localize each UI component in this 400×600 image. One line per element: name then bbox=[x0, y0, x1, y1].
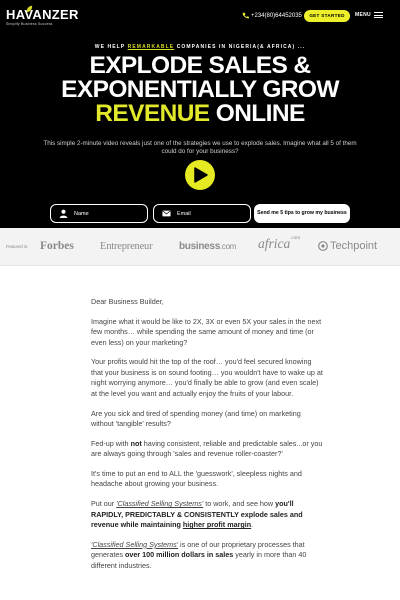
top-navigation: HAVANZER Simplify Business Success +234(… bbox=[0, 0, 400, 34]
play-icon bbox=[194, 167, 208, 183]
letter-paragraph-7: 'Classified Selling Systems' is one of o… bbox=[91, 540, 323, 572]
p7-bold: over 100 million dollars in sales bbox=[124, 550, 234, 560]
letter-greeting: Dear Business Builder, bbox=[91, 297, 164, 306]
tagline-pre: WE HELP bbox=[94, 44, 128, 50]
email-input[interactable] bbox=[177, 210, 247, 217]
user-icon bbox=[59, 209, 68, 218]
headline-line-2: EXPONENTIALLY GROW bbox=[61, 76, 339, 103]
hero-headline: EXPLODE SALES & EXPONENTIALLY GROW REVEN… bbox=[0, 52, 400, 127]
p6-mid: to work, and see how bbox=[203, 499, 276, 509]
techpoint-logo-text: Techpoint bbox=[330, 240, 378, 252]
tagline-highlight: REMARKABLE bbox=[127, 44, 175, 50]
phone-icon bbox=[242, 12, 249, 19]
menu-label: MENU bbox=[355, 12, 371, 18]
menu-icon bbox=[373, 12, 383, 18]
play-video-button[interactable] bbox=[185, 160, 215, 190]
letter-paragraph-1: Imagine what it would be like to 2X, 3X … bbox=[91, 316, 322, 347]
hero-tagline: WE HELP REMARKABLE COMPANIES IN NIGERIA(… bbox=[0, 44, 400, 50]
africa-com-logo-name: africa bbox=[258, 236, 291, 251]
mail-icon bbox=[162, 210, 171, 217]
business-com-logo-name: business bbox=[179, 241, 220, 252]
email-field[interactable] bbox=[153, 204, 251, 223]
lead-form: Send me 5 tips to grow my business bbox=[0, 204, 400, 224]
press-label: Featured in: bbox=[6, 244, 29, 249]
business-com-logo: business.com bbox=[179, 241, 236, 252]
press-strip: Featured in: Forbes Entrepreneur busines… bbox=[0, 228, 400, 266]
business-com-logo-suffix: .com bbox=[219, 242, 237, 251]
letter-paragraph-6: Put our 'Classified Selling Systems' to … bbox=[91, 499, 323, 531]
p6-end: . bbox=[251, 520, 254, 530]
p6-pre: Put our bbox=[91, 499, 117, 509]
p7-em: 'Classified Selling Systems' bbox=[91, 539, 179, 549]
leaf-icon bbox=[26, 5, 33, 13]
letter-paragraph-5: It's time to put an end to ALL the 'gues… bbox=[91, 468, 302, 489]
sales-letter: Dear Business Builder, Imagine what it w… bbox=[91, 297, 323, 581]
p6-em: 'Classified Selling Systems' bbox=[116, 499, 204, 509]
forbes-logo: Forbes bbox=[40, 240, 74, 252]
letter-paragraph-4: Fed-up with not having consistent, relia… bbox=[91, 439, 323, 460]
letter-paragraph-2: Your profits would hit the top of the ro… bbox=[91, 357, 323, 398]
name-input[interactable] bbox=[74, 210, 144, 217]
hero-section: HAVANZER Simplify Business Success +234(… bbox=[0, 0, 400, 228]
p4-pre: Fed-up with bbox=[91, 438, 131, 448]
logo-tagline: Simplify Business Success bbox=[6, 22, 53, 26]
get-started-button[interactable]: GET STARTED bbox=[304, 10, 350, 22]
headline-line-3: REVENUE ONLINE bbox=[0, 100, 400, 127]
phone-link[interactable]: +234(80)64452035 bbox=[242, 12, 302, 19]
logo[interactable]: HAVANZER Simplify Business Success bbox=[6, 5, 79, 30]
headline-highlight: REVENUE bbox=[95, 100, 210, 127]
p4-bold: not bbox=[130, 438, 142, 448]
africa-com-logo: africa.com bbox=[258, 236, 300, 252]
logo-text: HAVANZER bbox=[6, 7, 79, 22]
techpoint-logo-icon bbox=[318, 241, 328, 251]
name-field[interactable] bbox=[50, 204, 148, 223]
submit-tips-button[interactable]: Send me 5 tips to grow my business bbox=[254, 204, 350, 223]
phone-number: +234(80)64452035 bbox=[251, 12, 302, 19]
menu-button[interactable]: MENU bbox=[355, 12, 383, 18]
tagline-post: COMPANIES IN NIGERIA(& AFRICA) ... bbox=[174, 44, 306, 50]
letter-paragraph-3: Are you sick and tired of spending money… bbox=[91, 408, 301, 429]
techpoint-logo: Techpoint bbox=[318, 240, 377, 252]
hero-subtext: This simple 2-minute video reveals just … bbox=[43, 140, 357, 155]
africa-com-logo-suffix: .com bbox=[290, 235, 301, 241]
headline-line-1: EXPLODE SALES & bbox=[89, 52, 311, 79]
p6-underline: higher profit margin bbox=[182, 520, 252, 530]
headline-line-3-rest: ONLINE bbox=[209, 100, 306, 127]
entrepreneur-logo: Entrepreneur bbox=[100, 241, 153, 252]
